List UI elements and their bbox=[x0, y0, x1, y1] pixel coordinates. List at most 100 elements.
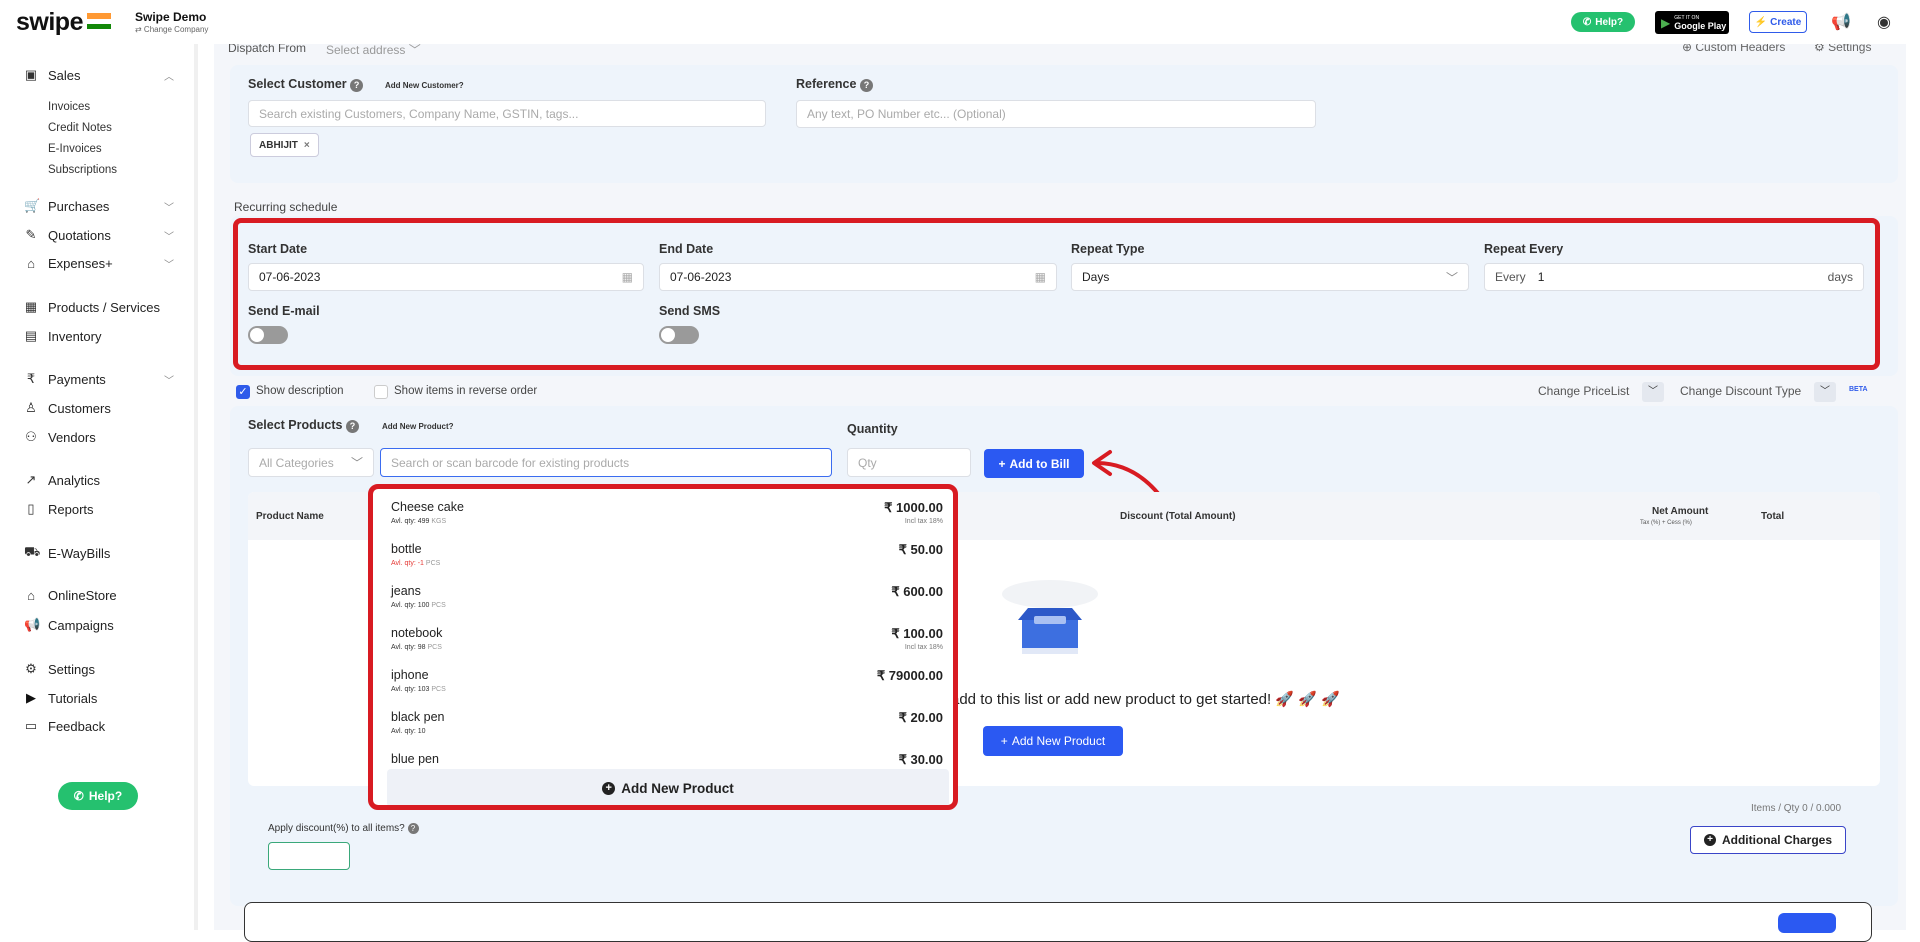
send-sms-label: Send SMS bbox=[659, 304, 721, 318]
show-description-label: Show description bbox=[256, 385, 344, 397]
main-content: Dispatch From Select address ﹀ ⊕ Custom … bbox=[214, 40, 1906, 942]
reference-textarea[interactable]: Any text, PO Number etc... (Optional) bbox=[796, 100, 1316, 128]
sidebar-item-purchases[interactable]: 🛒 Purchases ﹀ bbox=[24, 198, 174, 214]
save-button[interactable] bbox=[1778, 913, 1836, 933]
footer-bar bbox=[244, 902, 1872, 942]
play-store-icon: ▶ bbox=[1661, 15, 1671, 30]
chevron-down-icon: ﹀ bbox=[164, 375, 174, 387]
end-date-input[interactable]: 07-06-2023 ▦ bbox=[659, 263, 1057, 291]
apply-discount-label: Apply discount(%) to all items? ? bbox=[268, 823, 419, 834]
sidebar-item-credit-notes[interactable]: Credit Notes bbox=[48, 122, 112, 134]
quantity-input[interactable]: Qty bbox=[847, 448, 971, 477]
calendar-icon: ▦ bbox=[1034, 270, 1046, 284]
chevron-down-icon: ﹀ bbox=[164, 260, 174, 271]
pricelist-dropdown[interactable]: ﹀ bbox=[1642, 382, 1664, 402]
user-icon: ♙ bbox=[25, 400, 37, 415]
sidebar-item-feedback[interactable]: ▭ Feedback bbox=[24, 718, 105, 734]
reverse-order-checkbox[interactable] bbox=[374, 385, 388, 399]
plus-circle-icon: + bbox=[602, 781, 616, 795]
sidebar-item-invoices[interactable]: Invoices bbox=[48, 101, 90, 113]
sidebar-item-vendors[interactable]: ⚇ Vendors bbox=[24, 429, 96, 445]
dropdown-item[interactable]: iphone Avl. qty: 103 PCS ₹ 79000.00 bbox=[391, 668, 943, 708]
create-button[interactable]: ⚡ Create bbox=[1749, 11, 1807, 33]
chat-icon: ▭ bbox=[24, 718, 38, 733]
cart-icon: 🛒 bbox=[24, 198, 41, 213]
sidebar-item-analytics[interactable]: ↗ Analytics bbox=[24, 472, 100, 488]
reverse-order-label: Show items in reverse order bbox=[394, 385, 538, 397]
sidebar-item-settings[interactable]: ⚙ Settings bbox=[24, 661, 95, 677]
sidebar-item-e-invoices[interactable]: E-Invoices bbox=[48, 143, 102, 155]
dropdown-item[interactable]: jeans Avl. qty: 100 PCS ₹ 600.00 bbox=[391, 584, 943, 624]
sidebar-item-tutorials[interactable]: ▶ Tutorials bbox=[24, 690, 97, 706]
change-company-link[interactable]: ⇄ Change Company bbox=[135, 25, 208, 34]
lightning-icon: ⚡ bbox=[1754, 16, 1768, 28]
sidebar-item-sales[interactable]: ▣ Sales ︿ bbox=[24, 67, 174, 83]
plus-circle-icon: + bbox=[1703, 834, 1716, 846]
sidebar-item-quotations[interactable]: ✎ Quotations ﹀ bbox=[24, 227, 174, 243]
col-discount: Discount (Total Amount) bbox=[1120, 511, 1236, 522]
customer-search-input[interactable]: Search existing Customers, Company Name,… bbox=[248, 100, 766, 127]
repeat-every-input[interactable]: Every 1 days bbox=[1484, 263, 1864, 291]
col-product-name: Product Name bbox=[256, 511, 324, 522]
discount-type-dropdown[interactable]: ﹀ bbox=[1814, 382, 1836, 402]
items-qty-summary: Items / Qty 0 / 0.000 bbox=[1751, 803, 1842, 814]
start-date-input[interactable]: 07-06-2023 ▦ bbox=[248, 263, 644, 291]
reference-label: Reference ? bbox=[796, 77, 873, 92]
truck-icon: ⛟ bbox=[24, 544, 41, 559]
repeat-type-select[interactable]: Days ﹀ bbox=[1071, 263, 1469, 291]
change-pricelist-label: Change PriceList bbox=[1538, 384, 1630, 398]
col-net-sub: Tax (%) + Cess (%) bbox=[1640, 520, 1692, 526]
show-description-checkbox[interactable]: ✓ bbox=[236, 385, 250, 399]
sidebar-item-reports[interactable]: ▯ Reports bbox=[24, 501, 93, 517]
repeat-every-label: Repeat Every bbox=[1484, 242, 1564, 256]
beta-badge: BETA bbox=[1849, 386, 1868, 393]
sidebar-item-inventory[interactable]: ▤ Inventory bbox=[24, 328, 102, 344]
quantity-label: Quantity bbox=[847, 422, 898, 436]
categories-select[interactable]: All Categories ﹀ bbox=[248, 448, 374, 477]
col-net-amount: Net Amount bbox=[1652, 506, 1709, 517]
swipe-logo[interactable]: swipe bbox=[16, 8, 111, 37]
store-icon: ⌂ bbox=[27, 588, 35, 603]
dropdown-item[interactable]: bottle Avl. qty: -1 PCS ₹ 50.00 bbox=[391, 542, 943, 582]
sidebar-item-customers[interactable]: ♙ Customers bbox=[24, 400, 111, 416]
user-account-icon[interactable]: ◉ bbox=[1877, 12, 1891, 32]
google-play-badge[interactable]: ▶ GET IT ON Google Play bbox=[1655, 11, 1729, 34]
sidebar-item-payments[interactable]: ₹ Payments ﹀ bbox=[24, 371, 174, 387]
sidebar-item-subscriptions[interactable]: Subscriptions bbox=[48, 164, 117, 176]
add-to-bill-button[interactable]: + Add to Bill bbox=[984, 449, 1084, 478]
sidebar-item-expenses[interactable]: ⌂ Expenses+ ﹀ bbox=[24, 256, 174, 271]
megaphone-icon: 📢 bbox=[24, 617, 41, 632]
dropdown-add-new-product-button[interactable]: + Add New Product bbox=[387, 769, 949, 805]
sidebar-item-campaigns[interactable]: 📢 Campaigns bbox=[24, 617, 114, 633]
dropdown-item[interactable]: black pen Avl. qty: 10 ₹ 20.00 bbox=[391, 710, 943, 750]
select-customer-label: Select Customer ? bbox=[248, 77, 364, 92]
dropdown-item[interactable]: Cheese cake Avl. qty: 499 KGS ₹ 1000.00 … bbox=[391, 500, 943, 540]
sidebar-item-ewaybills[interactable]: ⛟ E-WayBills bbox=[24, 544, 110, 562]
product-search-input[interactable]: Search or scan barcode for existing prod… bbox=[380, 448, 832, 477]
chevron-down-icon: ﹀ bbox=[1445, 270, 1458, 285]
help-button-top[interactable]: ✆ Help? bbox=[1571, 12, 1635, 32]
megaphone-icon[interactable]: 📢 bbox=[1831, 12, 1851, 32]
send-sms-toggle[interactable] bbox=[659, 326, 699, 344]
add-new-product-link[interactable]: Add New Product? bbox=[382, 422, 454, 431]
add-new-customer-link[interactable]: Add New Customer? bbox=[385, 81, 464, 90]
add-new-product-button[interactable]: + Add New Product bbox=[983, 726, 1123, 756]
send-email-toggle[interactable] bbox=[248, 326, 288, 344]
sidebar: ▣ Sales ︿ Invoices Credit Notes E-Invoices… bbox=[0, 44, 196, 930]
sidebar-item-onlinestore[interactable]: ⌂ OnlineStore bbox=[24, 588, 117, 603]
select-products-label: Select Products ? bbox=[248, 418, 359, 433]
sales-icon: ▣ bbox=[24, 67, 38, 82]
help-button-sidebar[interactable]: ✆ Help? bbox=[58, 782, 138, 810]
chevron-down-icon: ﹀ bbox=[164, 231, 174, 243]
col-total: Total bbox=[1761, 511, 1785, 522]
close-icon[interactable]: × bbox=[304, 140, 310, 151]
sidebar-scrollbar[interactable] bbox=[194, 44, 198, 930]
company-switcher[interactable]: Swipe Demo ⇄ Change Company bbox=[135, 10, 208, 34]
customer-tag: ABHIJIT × bbox=[250, 133, 319, 157]
sidebar-item-products[interactable]: ▦ Products / Services bbox=[24, 299, 160, 315]
dropdown-item[interactable]: notebook Avl. qty: 98 PCS ₹ 100.00 Incl … bbox=[391, 626, 943, 666]
repeat-type-label: Repeat Type bbox=[1071, 242, 1145, 256]
additional-charges-button[interactable]: + Additional Charges bbox=[1690, 826, 1846, 854]
apply-discount-input[interactable] bbox=[268, 842, 350, 870]
whatsapp-icon: ✆ bbox=[73, 789, 84, 803]
